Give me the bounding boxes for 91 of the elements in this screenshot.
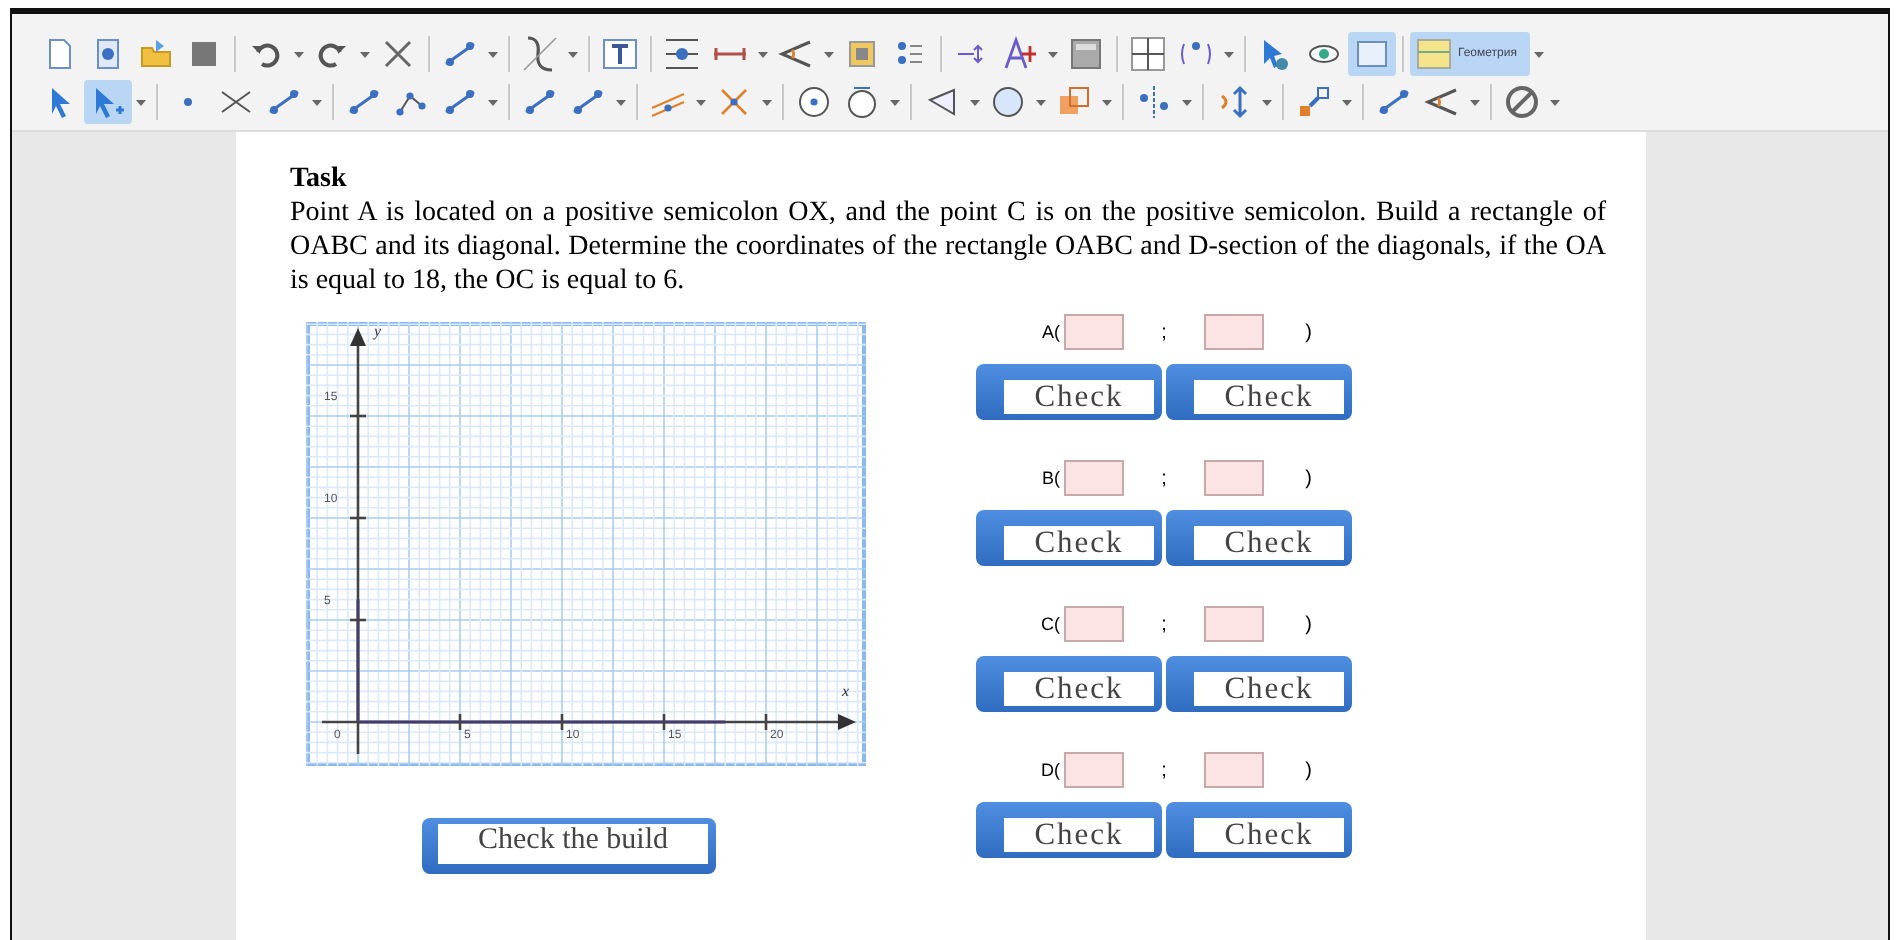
move-cursor-icon <box>90 84 126 120</box>
caret-icon[interactable] <box>360 49 370 59</box>
translate-icon <box>1216 84 1252 120</box>
task-title: Task <box>290 164 349 196</box>
cross-icon <box>380 36 416 72</box>
segment-icon <box>442 36 478 72</box>
y-axis-label: y <box>374 322 382 340</box>
caret-icon[interactable] <box>1182 97 1192 107</box>
check-button[interactable]: Check <box>1166 510 1352 566</box>
forbidden-icon <box>1504 84 1540 120</box>
caret-icon[interactable] <box>970 97 980 107</box>
caret-icon[interactable] <box>1342 97 1352 107</box>
vector-icon <box>1296 84 1332 120</box>
angle-icon <box>778 36 814 72</box>
point-icon <box>182 96 194 108</box>
check-button[interactable]: Check <box>976 364 1162 420</box>
caret-icon[interactable] <box>1036 97 1046 107</box>
caret-icon[interactable] <box>136 97 146 107</box>
check-build-button[interactable]: Check the build <box>422 818 716 874</box>
caret-icon[interactable] <box>616 97 626 107</box>
separator-text: ; <box>1159 467 1169 489</box>
caret-icon[interactable] <box>488 49 498 59</box>
caret-icon[interactable] <box>1224 49 1234 59</box>
point-label: A( <box>1040 322 1060 342</box>
segment-icon <box>442 84 478 120</box>
caret-icon[interactable] <box>312 97 322 107</box>
separator-text: ; <box>1159 321 1169 343</box>
coordinate-input[interactable] <box>1064 460 1124 496</box>
task-text: Point A is located on a positive semicolon OX, and the point C is on the positive semicolon. Build a rectangle of OABC and its diagonal. Determine the coordinates of the rectangle OABC and D-section of the diagonals, if the OA is equal to 18, the OC is equal to 6. <box>290 196 1606 298</box>
check-button[interactable]: Check <box>976 656 1162 712</box>
table-icon <box>1130 36 1166 72</box>
check-button[interactable]: Check <box>976 510 1162 566</box>
sum-icon <box>1002 36 1038 72</box>
check-button[interactable]: Check <box>1166 656 1352 712</box>
circle-icon <box>796 84 832 120</box>
angle-icon <box>1424 84 1460 120</box>
point-label: C( <box>1039 614 1060 634</box>
separator-text: ; <box>1159 759 1169 781</box>
rectangle-icon <box>1354 36 1390 72</box>
line-icon <box>570 84 606 120</box>
point-label: B( <box>1040 468 1060 488</box>
bracket-text: ) <box>1303 467 1312 489</box>
caret-icon[interactable] <box>824 49 834 59</box>
check-button[interactable]: Check <box>976 802 1162 858</box>
caret-icon[interactable] <box>488 97 498 107</box>
perpendicular-icon <box>716 84 752 120</box>
check-button[interactable]: Check <box>1166 802 1352 858</box>
caret-icon[interactable] <box>762 97 772 107</box>
squares-icon <box>1056 84 1092 120</box>
circle-icon <box>844 84 880 120</box>
coordinate-input[interactable] <box>1204 460 1264 496</box>
calculator-icon <box>1068 36 1104 72</box>
caret-icon[interactable] <box>568 49 578 59</box>
coordinate-input[interactable] <box>1204 752 1264 788</box>
caret-icon[interactable] <box>758 49 768 59</box>
image-icon <box>844 36 880 72</box>
caret-icon[interactable] <box>1534 49 1545 59</box>
caret-icon[interactable] <box>294 49 304 59</box>
cursor-icon <box>1258 36 1294 72</box>
line-icon <box>522 84 558 120</box>
segment-icon <box>1376 84 1412 120</box>
caret-icon[interactable] <box>696 97 706 107</box>
caret-icon[interactable] <box>890 97 900 107</box>
polygon-icon <box>924 84 960 120</box>
coordinate-input[interactable] <box>1204 606 1264 642</box>
bracket-text: ) <box>1303 613 1312 635</box>
caret-icon[interactable] <box>1048 49 1058 59</box>
function-icon <box>522 36 558 72</box>
x-axis-label: x <box>842 682 850 700</box>
bracket-text: ) <box>1303 321 1312 343</box>
reflect-icon <box>1136 84 1172 120</box>
bracket-text: ) <box>1303 759 1312 781</box>
coordinate-input[interactable] <box>1204 314 1264 350</box>
caret-icon[interactable] <box>1102 97 1112 107</box>
coordinate-input[interactable] <box>1064 752 1124 788</box>
caret-icon[interactable] <box>1470 97 1480 107</box>
coordinate-input[interactable] <box>1064 606 1124 642</box>
coordinate-input[interactable] <box>1064 314 1124 350</box>
grid-window-icon <box>1416 36 1452 72</box>
point-label: D( <box>1039 760 1060 780</box>
separator-text: ; <box>1159 613 1169 635</box>
square-icon <box>186 36 222 72</box>
segment-icon <box>266 84 302 120</box>
caret-icon[interactable] <box>1550 97 1560 107</box>
caret-icon[interactable] <box>1262 97 1272 107</box>
folder-icon <box>138 36 174 72</box>
segment-icon <box>346 84 382 120</box>
check-button[interactable]: Check <box>1166 364 1352 420</box>
text-icon <box>602 36 638 72</box>
slider-icon <box>664 36 700 72</box>
circle-icon <box>990 84 1026 120</box>
